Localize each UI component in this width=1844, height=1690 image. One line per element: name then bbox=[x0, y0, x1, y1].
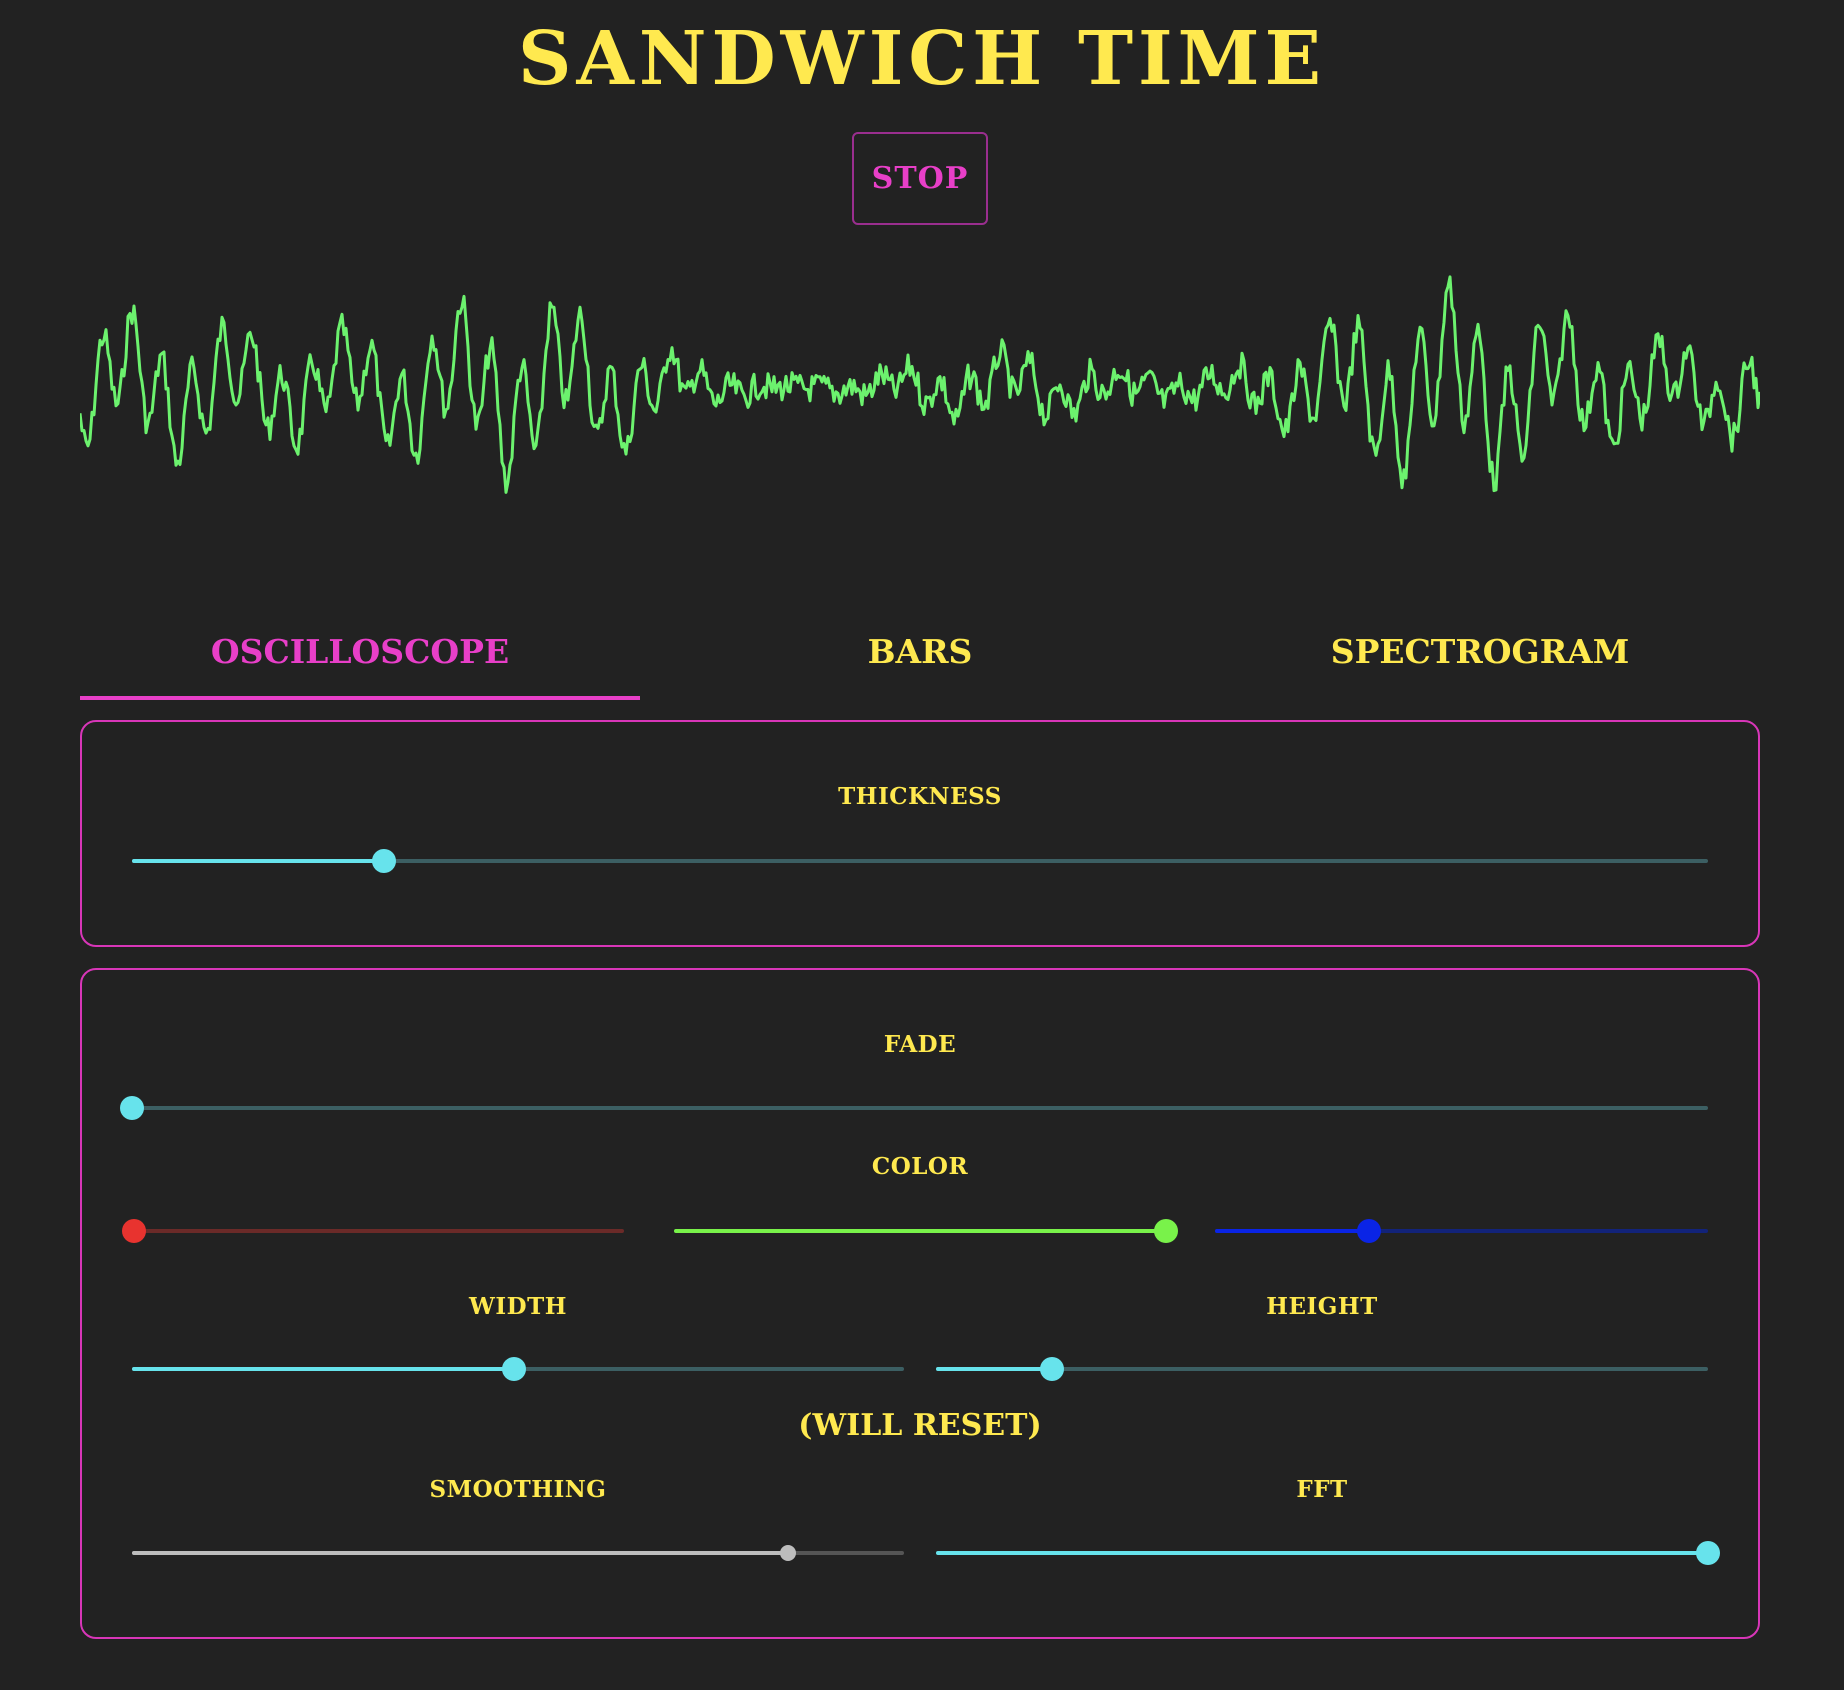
app-title: SANDWICH TIME bbox=[518, 16, 1326, 102]
thickness-panel: THICKNESS bbox=[80, 720, 1760, 947]
color-label: COLOR bbox=[871, 1153, 969, 1180]
oscilloscope-waveform bbox=[80, 275, 1760, 494]
fft-track bbox=[936, 1551, 1708, 1555]
width-thumb[interactable] bbox=[502, 1357, 526, 1381]
fft-label: FFT bbox=[1296, 1476, 1348, 1503]
thickness-fill bbox=[132, 859, 384, 863]
height-fill bbox=[936, 1367, 1052, 1371]
smoothing-thumb[interactable] bbox=[780, 1545, 796, 1561]
smoothing-label: SMOOTHING bbox=[429, 1476, 607, 1503]
height-thumb[interactable] bbox=[1040, 1357, 1064, 1381]
fft-thumb[interactable] bbox=[1696, 1541, 1720, 1565]
color-blue-thumb[interactable] bbox=[1357, 1219, 1381, 1243]
reset-note: (WILL RESET) bbox=[798, 1408, 1042, 1443]
stop-button[interactable]: STOP bbox=[852, 132, 988, 225]
width-fill bbox=[132, 1367, 514, 1371]
color-green-thumb[interactable] bbox=[1154, 1219, 1178, 1243]
color-blue-fill bbox=[1215, 1229, 1369, 1233]
height-label: HEIGHT bbox=[1266, 1293, 1378, 1320]
thickness-thumb[interactable] bbox=[372, 849, 396, 873]
color-green-track bbox=[674, 1229, 1166, 1233]
tab-oscilloscope[interactable]: OSCILLOSCOPE bbox=[80, 620, 640, 700]
width-label: WIDTH bbox=[469, 1293, 567, 1320]
color-red-thumb[interactable] bbox=[122, 1219, 146, 1243]
tab-bars[interactable]: BARS bbox=[640, 620, 1200, 700]
fade-thumb[interactable] bbox=[120, 1096, 144, 1120]
settings-panel: FADE COLOR WIDTH HEIGHT (WILL RESET) SMO… bbox=[80, 968, 1760, 1639]
smoothing-fill bbox=[132, 1551, 788, 1555]
visualizer-tabs: OSCILLOSCOPE BARS SPECTROGRAM bbox=[80, 620, 1760, 700]
thickness-label: THICKNESS bbox=[838, 783, 1002, 810]
fade-track bbox=[132, 1106, 1708, 1110]
tab-spectrogram[interactable]: SPECTROGRAM bbox=[1200, 620, 1760, 700]
color-red-track bbox=[132, 1229, 624, 1233]
app-root: SANDWICH TIME STOP OSCILLOSCOPE BARS SPE… bbox=[0, 0, 1844, 1690]
fade-label: FADE bbox=[883, 1031, 957, 1058]
